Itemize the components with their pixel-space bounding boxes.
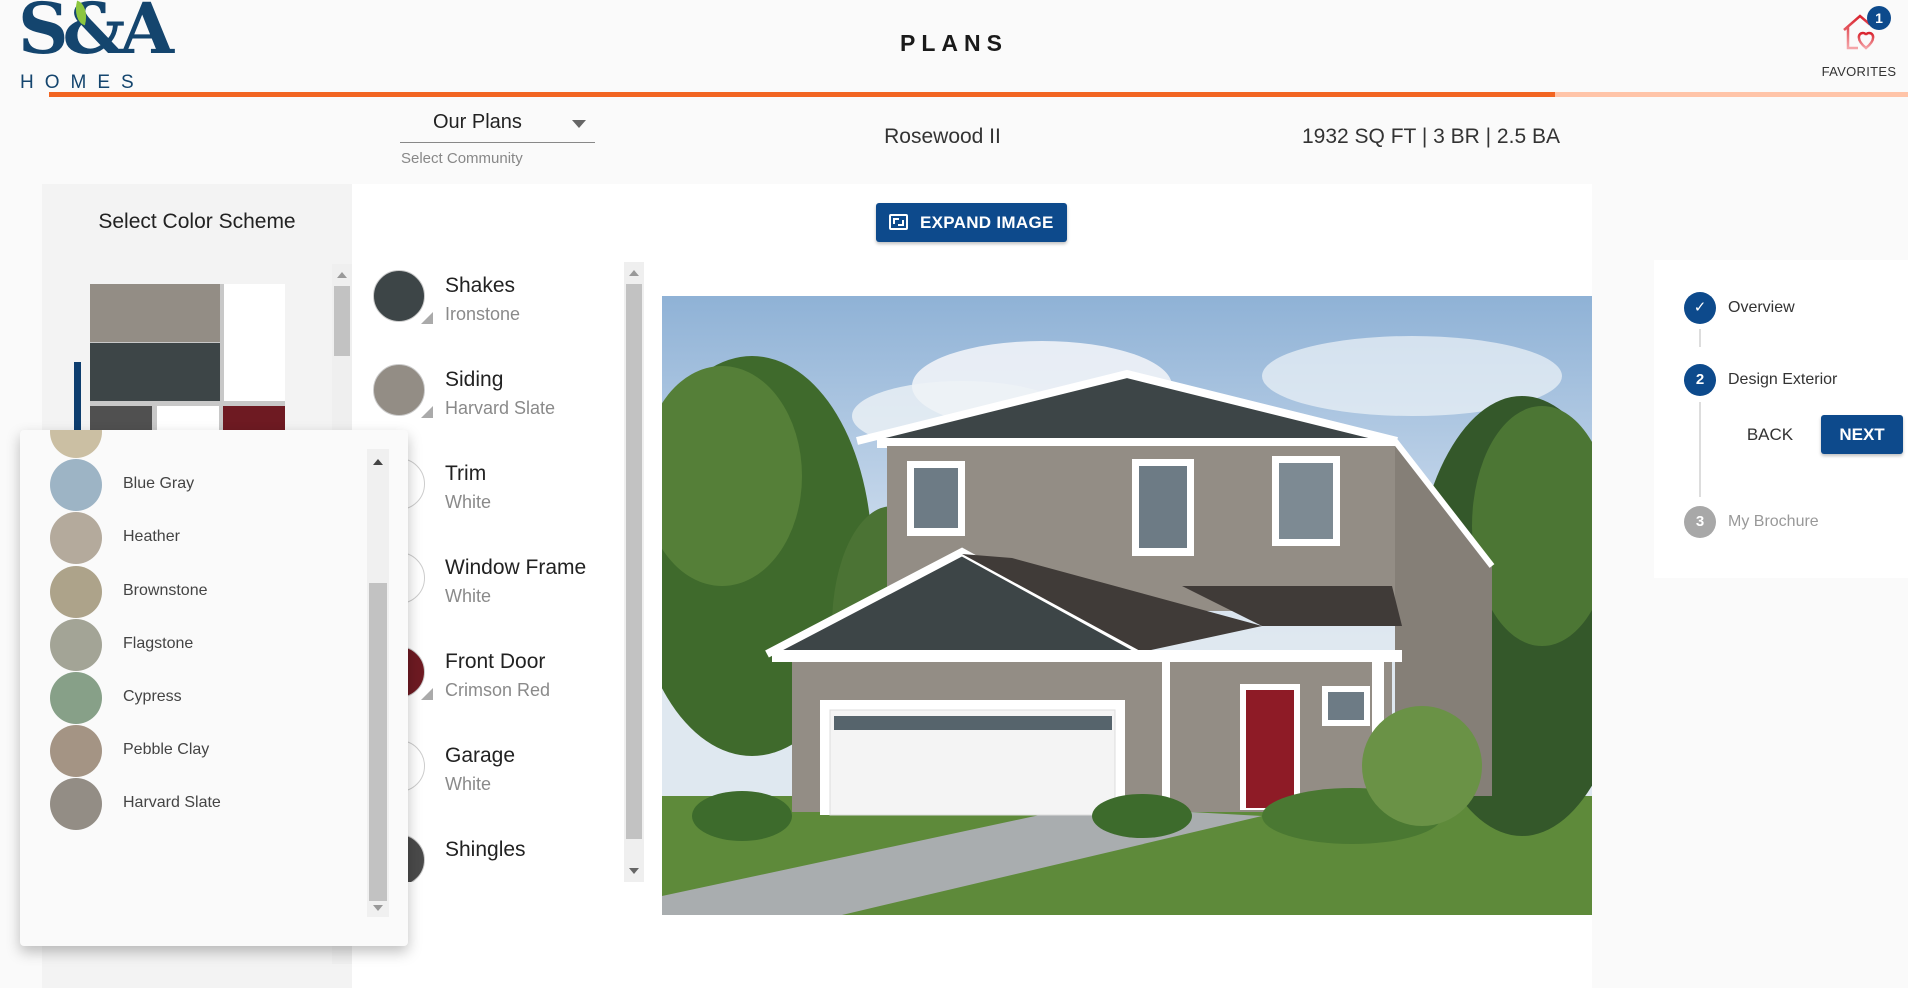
back-button[interactable]: BACK bbox=[1740, 418, 1800, 452]
component-color-value: White bbox=[445, 586, 492, 606]
expand-image-button[interactable]: EXPAND IMAGE bbox=[876, 203, 1067, 242]
step-label: Design Exterior bbox=[1728, 371, 1838, 388]
scroll-down-icon[interactable] bbox=[373, 905, 383, 911]
checkmark-icon: ✓ bbox=[1684, 292, 1716, 324]
step-connector bbox=[1699, 329, 1701, 347]
progress-bar-fill bbox=[49, 92, 1555, 97]
house-rendering-image bbox=[662, 296, 1592, 915]
component-color-value: White bbox=[445, 774, 492, 794]
color-components-list: Shakes Ironstone Siding Harvard Slate Trim Wh… bbox=[370, 262, 645, 882]
scrollbar-thumb[interactable] bbox=[626, 284, 642, 839]
scroll-up-icon[interactable] bbox=[629, 270, 639, 276]
swatch-trim bbox=[224, 284, 285, 401]
expand-icon bbox=[889, 214, 908, 230]
page-title: PLANS bbox=[900, 30, 1008, 56]
color-option-name: Heather bbox=[123, 528, 180, 546]
scrollbar-thumb[interactable] bbox=[369, 583, 387, 901]
color-option-swatch bbox=[50, 672, 102, 724]
color-option-name: Harvard Slate bbox=[123, 794, 221, 812]
color-option-swatch bbox=[50, 512, 102, 565]
component-name: Front Door bbox=[445, 650, 546, 673]
component-color-value: Harvard Slate bbox=[445, 398, 556, 418]
plan-name: Rosewood II bbox=[884, 125, 1001, 148]
color-option-name: Pebble Clay bbox=[123, 741, 210, 759]
progress-bar bbox=[49, 92, 1908, 97]
step-label: Overview bbox=[1728, 299, 1795, 316]
component-color-value: Crimson Red bbox=[445, 680, 551, 700]
color-option-name: Flagstone bbox=[123, 634, 194, 652]
swatch-siding bbox=[90, 284, 220, 342]
component-color-value: Ironstone bbox=[445, 304, 521, 324]
color-component-item[interactable]: Garage White bbox=[370, 732, 630, 812]
color-scheme-swatch[interactable] bbox=[90, 284, 285, 434]
component-name: Shingles bbox=[445, 838, 526, 861]
component-name: Shakes bbox=[445, 274, 516, 297]
color-option[interactable]: Harvard Slate bbox=[20, 772, 360, 836]
selected-scheme-indicator bbox=[74, 362, 81, 436]
color-swatch-circle bbox=[373, 270, 425, 322]
dropdown-scrollbar[interactable] bbox=[367, 449, 389, 917]
scroll-up-icon[interactable] bbox=[337, 272, 347, 278]
scrollbar-thumb[interactable] bbox=[334, 286, 350, 356]
siding-color-dropdown: Blue Gray Heather Brownstone Flagstone Cypre… bbox=[20, 430, 408, 946]
color-component-item[interactable]: Shakes Ironstone bbox=[370, 262, 630, 342]
color-component-item[interactable]: Window Frame White bbox=[370, 544, 630, 624]
color-swatch-circle bbox=[373, 364, 425, 416]
caret-down-icon bbox=[572, 120, 586, 128]
color-option-name: Brownstone bbox=[123, 581, 208, 599]
color-option-swatch bbox=[50, 778, 102, 831]
community-select[interactable]: Our Plans bbox=[400, 108, 595, 143]
step-number: 3 bbox=[1684, 506, 1716, 538]
community-select-label: Select Community bbox=[401, 150, 523, 167]
expand-image-label: EXPAND IMAGE bbox=[920, 213, 1054, 232]
color-component-item[interactable]: Trim White bbox=[370, 450, 630, 530]
color-option-name: Cypress bbox=[123, 688, 182, 705]
next-button[interactable]: NEXT bbox=[1821, 415, 1903, 454]
component-name: Window Frame bbox=[445, 556, 587, 579]
favorites-count-badge: 1 bbox=[1867, 6, 1891, 30]
scroll-down-icon[interactable] bbox=[629, 868, 639, 874]
edit-corner-icon bbox=[421, 312, 433, 324]
color-component-item[interactable]: Siding Harvard Slate bbox=[370, 356, 630, 436]
edit-corner-icon bbox=[421, 406, 433, 418]
color-option-name: Blue Gray bbox=[123, 475, 195, 493]
edit-corner-icon bbox=[421, 688, 433, 700]
color-option-swatch bbox=[50, 565, 102, 618]
component-name: Garage bbox=[445, 744, 516, 767]
logo-subtext: HOMES bbox=[20, 72, 145, 93]
color-list-scrollbar[interactable] bbox=[624, 262, 644, 882]
favorites-button[interactable]: 1 FAVORITES bbox=[1812, 4, 1906, 84]
component-name: Trim bbox=[445, 462, 487, 485]
swatch-shakes bbox=[90, 343, 220, 401]
step-number: 2 bbox=[1684, 364, 1716, 396]
color-option-swatch bbox=[50, 459, 102, 512]
community-select-value: Our Plans bbox=[433, 111, 522, 133]
color-component-item[interactable]: Front Door Crimson Red bbox=[370, 638, 630, 718]
color-component-item[interactable]: Shingles bbox=[370, 826, 630, 882]
plan-specs: 1932 SQ FT | 3 BR | 2.5 BA bbox=[1302, 125, 1560, 148]
color-option-swatch bbox=[50, 618, 102, 671]
scroll-up-icon[interactable] bbox=[373, 459, 383, 465]
component-color-value: White bbox=[445, 492, 492, 512]
favorites-label: FAVORITES bbox=[1821, 64, 1897, 79]
color-scheme-title: Select Color Scheme bbox=[98, 210, 296, 233]
step-connector bbox=[1699, 402, 1701, 497]
component-name: Siding bbox=[445, 368, 504, 391]
house-illustration bbox=[662, 336, 1592, 915]
color-option-swatch bbox=[50, 725, 102, 778]
step-label: My Brochure bbox=[1728, 513, 1819, 530]
